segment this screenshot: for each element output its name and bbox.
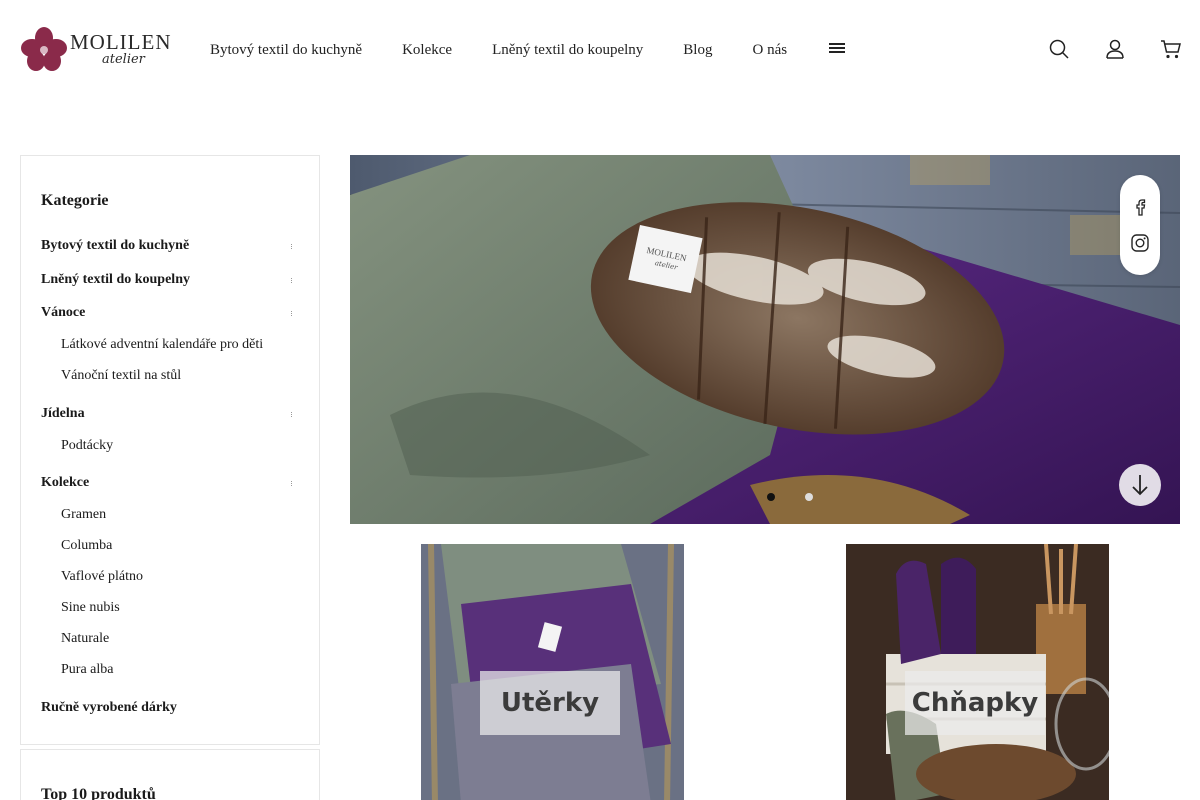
flower-logo-icon xyxy=(21,27,67,71)
category-item[interactable]: Bytový textil do kuchyně xyxy=(41,236,301,256)
brand-logo[interactable]: MOLILEN atelier xyxy=(20,26,170,74)
expand-toggle-icon[interactable] xyxy=(291,481,293,486)
user-icon[interactable] xyxy=(1104,38,1126,60)
product-tile-mitts[interactable]: Chňapky xyxy=(846,544,1109,800)
top-products-box: Top 10 produktů xyxy=(20,749,320,800)
instagram-icon[interactable] xyxy=(1130,233,1150,253)
scroll-down-button[interactable] xyxy=(1119,464,1161,506)
nav-item-bathroom[interactable]: Lněný textil do koupelny xyxy=(472,38,663,62)
tile-label-towels: Utěrky xyxy=(480,671,620,735)
category-label: Ručně vyrobené dárky xyxy=(41,700,177,715)
nav-item-about[interactable]: O nás xyxy=(732,38,807,62)
category-label: Lněný textil do koupelny xyxy=(41,272,190,287)
slider-dot-1[interactable] xyxy=(767,493,775,501)
sidebar-title: Kategorie xyxy=(41,192,109,209)
category-item[interactable]: Kolekce xyxy=(41,473,301,493)
facebook-icon[interactable] xyxy=(1130,197,1150,217)
subcategory-item[interactable]: Vaflové plátno xyxy=(41,567,301,587)
subcategory-item[interactable]: Sine nubis xyxy=(41,598,301,618)
top-products-title: Top 10 produktů xyxy=(41,786,156,800)
subcategory-item[interactable]: Látkové adventní kalendáře pro děti xyxy=(41,335,301,355)
expand-toggle-icon[interactable] xyxy=(291,278,293,283)
category-item[interactable]: Ručně vyrobené dárky xyxy=(41,698,301,718)
cart-icon[interactable] xyxy=(1160,38,1182,60)
header-icons xyxy=(1048,38,1182,60)
search-icon[interactable] xyxy=(1048,38,1070,60)
category-label: Jídelna xyxy=(41,406,85,421)
social-bar xyxy=(1120,175,1160,275)
category-label: Bytový textil do kuchyně xyxy=(41,238,190,253)
slider-dot-2[interactable] xyxy=(805,493,813,501)
category-label: Vánoce xyxy=(41,305,86,320)
subcategory-item[interactable]: Naturale xyxy=(41,629,301,649)
subcategory-item[interactable]: Gramen xyxy=(41,505,301,525)
category-label: Kolekce xyxy=(41,475,90,490)
nav-item-blog[interactable]: Blog xyxy=(663,38,732,62)
category-item[interactable]: Vánoce xyxy=(41,303,301,323)
nav-item-collections[interactable]: Kolekce xyxy=(382,38,472,62)
category-item[interactable]: Lněný textil do koupelny xyxy=(41,270,301,290)
subcategory-item[interactable]: Vánoční textil na stůl xyxy=(41,366,301,386)
subcategory-item[interactable]: Columba xyxy=(41,536,301,556)
brand-sub: atelier xyxy=(102,52,145,67)
hero-image: MOLILEN atelier xyxy=(350,155,1180,524)
category-sidebar: Kategorie Bytový textil do kuchyně Lněný… xyxy=(20,155,320,745)
nav-item-kitchen[interactable]: Bytový textil do kuchyně xyxy=(190,38,382,62)
category-list: Bytový textil do kuchyně Lněný textil do… xyxy=(41,236,301,718)
subcategory-item[interactable]: Podtácky xyxy=(41,436,301,456)
arrow-down-icon xyxy=(1132,475,1148,496)
main-nav: Bytový textil do kuchyně Kolekce Lněný t… xyxy=(190,38,846,62)
hero-slider[interactable]: MOLILEN atelier xyxy=(350,155,1180,524)
tile-label-mitts: Chňapky xyxy=(905,671,1045,735)
subcategory-item[interactable]: Pura alba xyxy=(41,660,301,680)
category-item[interactable]: Jídelna xyxy=(41,404,301,424)
menu-icon[interactable] xyxy=(829,43,846,57)
expand-toggle-icon[interactable] xyxy=(291,311,293,316)
site-header: MOLILEN atelier Bytový textil do kuchyně… xyxy=(0,0,1200,100)
product-tile-towels[interactable]: Utěrky xyxy=(421,544,684,800)
expand-toggle-icon[interactable] xyxy=(291,412,293,417)
expand-toggle-icon[interactable] xyxy=(291,244,293,249)
